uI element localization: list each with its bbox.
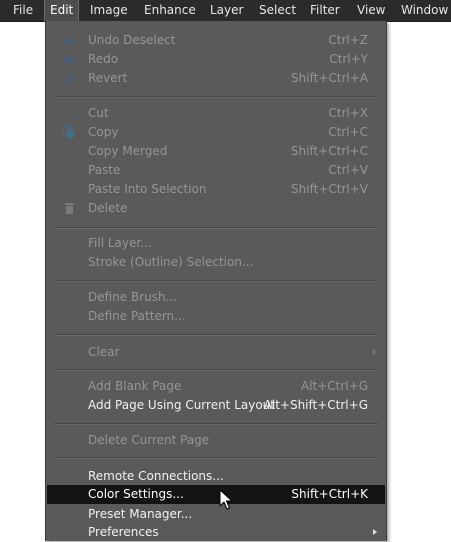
menu-window[interactable]: Window [401,0,448,21]
menu-item-preferences[interactable]: Preferences [47,523,385,542]
submenu-arrow-icon [373,349,377,355]
menu-item-paste[interactable]: Paste Ctrl+V [47,161,385,180]
menu-item-shortcut: Ctrl+X [328,106,368,120]
menu-separator [54,369,378,371]
menu-edit[interactable]: Edit [44,0,80,21]
menu-item-preset-manager[interactable]: Preset Manager... [47,505,385,524]
menu-separator [54,457,378,459]
menu-item-define-pattern[interactable]: Define Pattern... [47,307,385,326]
menu-item-label: Revert [88,71,128,85]
menu-item-shortcut: Ctrl+V [328,163,368,177]
menu-enhance[interactable]: Enhance [144,0,196,21]
menu-item-label: Stroke (Outline) Selection... [88,255,254,269]
menu-item-label: Color Settings... [88,487,184,501]
menubar: File Edit Image Enhance Layer Select Fil… [0,0,451,22]
menu-item-shortcut: Shift+Ctrl+V [291,182,368,196]
menu-file[interactable]: File [13,0,33,21]
menu-item-stroke-selection[interactable]: Stroke (Outline) Selection... [47,253,385,272]
menu-item-label: Define Pattern... [88,309,186,323]
menu-item-label: Preferences [88,525,159,539]
menu-item-shortcut: Ctrl+Y [329,52,368,66]
menu-item-undo-deselect[interactable]: Undo Deselect Ctrl+Z [47,31,385,50]
menu-item-copy[interactable]: Copy Ctrl+C [47,123,385,142]
menu-item-label: Delete Current Page [88,433,210,447]
menu-item-label: Cut [88,106,109,120]
menu-item-remote-connections[interactable]: Remote Connections... [47,467,385,486]
menu-item-label: Paste Into Selection [88,182,207,196]
menu-item-label: Add Blank Page [88,379,182,393]
redo-icon [64,56,74,64]
menu-item-shortcut: Ctrl+C [328,125,368,139]
menu-separator [54,280,378,282]
menu-filter[interactable]: Filter [310,0,340,21]
menu-item-label: Remote Connections... [88,469,224,483]
mouse-cursor-icon [219,489,233,510]
menu-item-label: Copy Merged [88,144,168,158]
menu-item-label: Undo Deselect [88,33,176,47]
menu-item-shortcut: Shift+Ctrl+C [290,144,368,158]
menu-item-shortcut: Shift+Ctrl+K [291,487,368,501]
menu-item-label: Paste [88,163,121,177]
menu-view[interactable]: View [357,0,385,21]
menu-item-shortcut: Alt+Ctrl+G [300,379,368,393]
menu-item-shortcut: Shift+Ctrl+A [291,71,368,85]
menu-image[interactable]: Image [90,0,128,21]
trash-icon [65,203,74,214]
menu-item-label: Copy [88,125,119,139]
menu-item-fill-layer[interactable]: Fill Layer... [47,234,385,253]
menu-item-add-page-current-layout[interactable]: Add Page Using Current Layout Alt+Shift+… [47,396,385,415]
menu-select[interactable]: Select [259,0,296,21]
menu-item-shortcut: Alt+Shift+Ctrl+G [263,398,368,412]
menu-item-label: Clear [88,345,120,359]
menu-item-revert[interactable]: Revert Shift+Ctrl+A [47,69,385,88]
menu-item-color-settings[interactable]: Color Settings... Shift+Ctrl+K [47,485,385,504]
menu-item-add-blank-page[interactable]: Add Blank Page Alt+Ctrl+G [47,377,385,396]
menu-item-delete-current-page[interactable]: Delete Current Page [47,431,385,450]
menu-separator [54,423,378,425]
edit-menu-dropdown: Undo Deselect Ctrl+Z Redo Ctrl+Y Revert … [45,21,387,541]
menu-item-delete[interactable]: Delete [47,199,385,218]
undo-icon [64,37,74,45]
menu-item-label: Define Brush... [88,290,178,304]
menu-item-cut[interactable]: Cut Ctrl+X [47,104,385,123]
menu-item-copy-merged[interactable]: Copy Merged Shift+Ctrl+C [47,142,385,161]
submenu-arrow-icon [373,529,377,535]
menu-layer[interactable]: Layer [210,0,243,21]
menu-item-label: Redo [88,52,119,66]
menu-item-define-brush[interactable]: Define Brush... [47,288,385,307]
menu-item-shortcut: Ctrl+Z [328,33,368,47]
menu-separator [54,96,378,98]
menu-item-label: Fill Layer... [88,236,152,250]
menu-item-label: Preset Manager... [88,507,193,521]
menu-item-redo[interactable]: Redo Ctrl+Y [47,50,385,69]
menu-separator [54,227,378,229]
menu-item-clear[interactable]: Clear [47,343,385,362]
menu-item-paste-into-selection[interactable]: Paste Into Selection Shift+Ctrl+V [47,180,385,199]
menu-item-label: Delete [88,201,128,215]
revert-icon [65,74,73,83]
menu-separator [54,334,378,336]
copy-icon [63,126,74,138]
menu-item-label: Add Page Using Current Layout [88,398,275,412]
